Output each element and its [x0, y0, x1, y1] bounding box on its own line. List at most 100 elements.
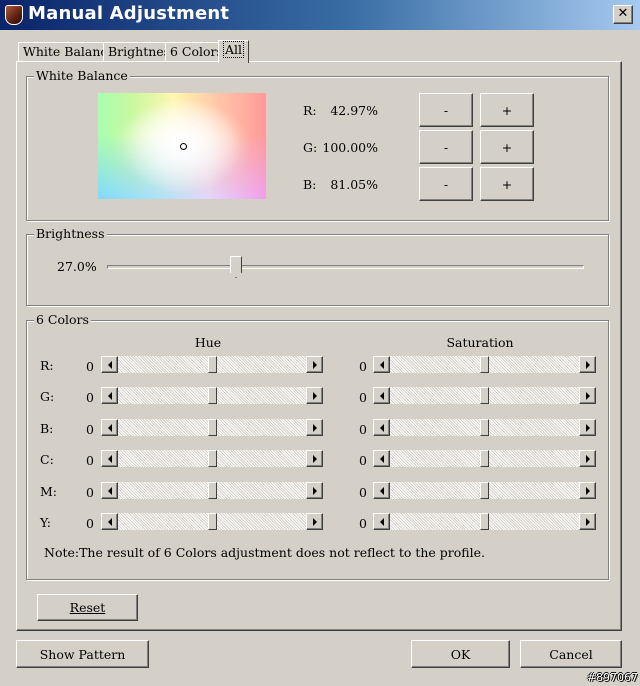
scroll-right-button[interactable] [579, 450, 596, 467]
white-balance-group-label: White Balance [34, 68, 130, 83]
scrollbar-thumb[interactable] [480, 419, 489, 436]
scroll-right-button[interactable] [306, 419, 323, 436]
scroll-right-button[interactable] [306, 356, 323, 373]
brightness-value: 27.0% [57, 259, 97, 274]
white-balance-color-map[interactable] [98, 93, 266, 199]
hue-slider[interactable] [101, 513, 323, 530]
saturation-slider[interactable] [373, 450, 596, 467]
wb-r-plus-button[interactable]: + [480, 93, 534, 127]
saturation-slider[interactable] [373, 513, 596, 530]
scroll-left-button[interactable] [101, 419, 118, 436]
scrollbar-thumb[interactable] [480, 387, 489, 404]
arrow-right-icon [585, 391, 590, 400]
arrow-left-icon [107, 423, 112, 432]
ok-button[interactable]: OK [411, 640, 510, 668]
scroll-right-button[interactable] [579, 387, 596, 404]
scroll-left-button[interactable] [101, 450, 118, 467]
six-colors-group-label: 6 Colors [34, 312, 91, 327]
hue-slider[interactable] [101, 482, 323, 499]
scrollbar-thumb[interactable] [480, 356, 489, 373]
scroll-left-button[interactable] [101, 387, 118, 404]
hue-value: 0 [86, 453, 94, 468]
scrollbar-thumb[interactable] [480, 513, 489, 530]
wb-r-minus-button[interactable]: - [419, 93, 473, 127]
scroll-right-button[interactable] [579, 419, 596, 436]
hue-slider[interactable] [101, 387, 323, 404]
reset-button[interactable]: Reset [37, 594, 138, 621]
scroll-right-button[interactable] [306, 387, 323, 404]
scroll-right-button[interactable] [579, 513, 596, 530]
arrow-right-icon [312, 423, 317, 432]
saturation-slider[interactable] [373, 482, 596, 499]
scroll-right-button[interactable] [306, 513, 323, 530]
wb-r-label: R: [303, 103, 317, 118]
arrow-right-icon [312, 454, 317, 463]
scroll-right-button[interactable] [579, 356, 596, 373]
scroll-right-button[interactable] [579, 482, 596, 499]
show-pattern-button[interactable]: Show Pattern [16, 640, 149, 668]
app-icon [5, 5, 23, 25]
scrollbar-thumb[interactable] [208, 513, 217, 530]
scrollbar-thumb[interactable] [208, 450, 217, 467]
hue-value: 0 [86, 485, 94, 500]
scroll-left-button[interactable] [373, 387, 390, 404]
arrow-right-icon [312, 517, 317, 526]
hue-slider[interactable] [101, 419, 323, 436]
scroll-left-button[interactable] [373, 419, 390, 436]
arrow-left-icon [107, 454, 112, 463]
saturation-slider[interactable] [373, 387, 596, 404]
scroll-left-button[interactable] [373, 513, 390, 530]
close-button[interactable]: ✕ [613, 5, 633, 24]
hue-value: 0 [86, 390, 94, 405]
wb-b-minus-button[interactable]: - [419, 167, 473, 201]
saturation-slider[interactable] [373, 419, 596, 436]
hue-column-header: Hue [194, 335, 222, 350]
wb-r-value: 42.97% [330, 103, 378, 118]
six-colors-row-label: C: [40, 452, 54, 467]
hue-slider[interactable] [101, 356, 323, 373]
scroll-left-button[interactable] [101, 513, 118, 530]
hue-slider[interactable] [101, 450, 323, 467]
window-title: Manual Adjustment [28, 3, 230, 24]
wb-g-minus-button[interactable]: - [419, 130, 473, 164]
scrollbar-thumb[interactable] [480, 450, 489, 467]
saturation-value: 0 [359, 516, 367, 531]
arrow-left-icon [379, 454, 384, 463]
wb-g-value: 100.00% [322, 140, 378, 155]
scroll-left-button[interactable] [101, 482, 118, 499]
scroll-left-button[interactable] [373, 356, 390, 373]
arrow-right-icon [312, 486, 317, 495]
arrow-left-icon [379, 391, 384, 400]
arrow-right-icon [585, 423, 590, 432]
arrow-right-icon [312, 391, 317, 400]
hue-value: 0 [86, 422, 94, 437]
scroll-left-button[interactable] [101, 356, 118, 373]
scrollbar-thumb[interactable] [208, 356, 217, 373]
arrow-left-icon [379, 360, 384, 369]
six-colors-row-label: G: [40, 389, 55, 404]
scroll-right-button[interactable] [306, 450, 323, 467]
scroll-left-button[interactable] [373, 482, 390, 499]
saturation-slider[interactable] [373, 356, 596, 373]
six-colors-row-label: Y: [40, 515, 51, 530]
white-balance-marker[interactable] [180, 143, 187, 150]
cancel-button[interactable]: Cancel [520, 640, 622, 668]
wb-g-plus-button[interactable]: + [480, 130, 534, 164]
scrollbar-thumb[interactable] [208, 419, 217, 436]
scrollbar-thumb[interactable] [208, 482, 217, 499]
title-bar[interactable]: Manual Adjustment ✕ [0, 0, 640, 30]
arrow-left-icon [379, 486, 384, 495]
scrollbar-thumb[interactable] [208, 387, 217, 404]
brightness-slider-track[interactable] [107, 265, 584, 269]
saturation-value: 0 [359, 453, 367, 468]
scroll-right-button[interactable] [306, 482, 323, 499]
tab-all[interactable]: All [218, 40, 250, 63]
wb-b-plus-button[interactable]: + [480, 167, 534, 201]
six-colors-row-label: R: [40, 358, 54, 373]
brightness-group: Brightness [26, 227, 609, 306]
arrow-right-icon [312, 360, 317, 369]
scroll-left-button[interactable] [373, 450, 390, 467]
saturation-column-header: Saturation [446, 335, 514, 350]
wb-b-label: B: [303, 177, 317, 192]
scrollbar-thumb[interactable] [480, 482, 489, 499]
